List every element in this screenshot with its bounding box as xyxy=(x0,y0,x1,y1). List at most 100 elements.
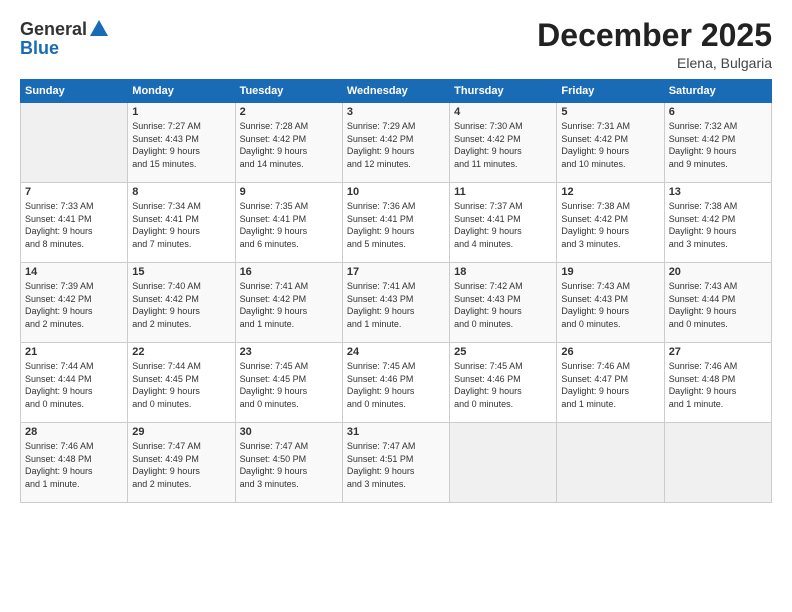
day-number: 19 xyxy=(561,266,659,278)
day-cell: 18 Sunrise: 7:42 AM Sunset: 4:43 PM Dayli… xyxy=(450,263,557,343)
day-number: 30 xyxy=(240,426,338,438)
month-title: December 2025 xyxy=(537,18,772,53)
day-cell: 26Sunrise: 7:46 AM Sunset: 4:47 PM Dayli… xyxy=(557,343,664,423)
day-number: 14 xyxy=(25,266,123,278)
day-cell: 16Sunrise: 7:41 AM Sunset: 4:42 PM Dayli… xyxy=(235,263,342,343)
day-number: 8 xyxy=(132,186,230,198)
col-sunday: Sunday xyxy=(21,80,128,103)
day-number: 5 xyxy=(561,106,659,118)
day-info: Sunrise: 7:32 AM Sunset: 4:42 PM Dayligh… xyxy=(669,120,767,170)
day-info: Sunrise: 7:37 AM Sunset: 4:41 PM Dayligh… xyxy=(454,200,552,250)
day-number: 11 xyxy=(454,186,552,198)
day-cell xyxy=(557,423,664,503)
day-cell xyxy=(664,423,771,503)
day-info: Sunrise: 7:41 AM Sunset: 4:42 PM Dayligh… xyxy=(240,280,338,330)
day-info: Sunrise: 7:47 AM Sunset: 4:51 PM Dayligh… xyxy=(347,440,445,490)
day-number: 21 xyxy=(25,346,123,358)
day-info: Sunrise: 7:45 AM Sunset: 4:46 PM Dayligh… xyxy=(454,360,552,410)
logo-blue: Blue xyxy=(20,38,111,59)
day-cell: 6 Sunrise: 7:32 AM Sunset: 4:42 PM Daylig… xyxy=(664,103,771,183)
day-info: Sunrise: 7:28 AM Sunset: 4:42 PM Dayligh… xyxy=(240,120,338,170)
day-cell: 24 Sunrise: 7:45 AM Sunset: 4:46 PM Dayli… xyxy=(342,343,449,423)
day-info: Sunrise: 7:38 AM Sunset: 4:42 PM Dayligh… xyxy=(561,200,659,250)
logo: General Blue xyxy=(20,18,111,59)
day-info: Sunrise: 7:44 AM Sunset: 4:45 PM Dayligh… xyxy=(132,360,230,410)
day-cell: 21 Sunrise: 7:44 AM Sunset: 4:44 PM Dayli… xyxy=(21,343,128,423)
day-number: 24 xyxy=(347,346,445,358)
day-info: Sunrise: 7:39 AM Sunset: 4:42 PM Dayligh… xyxy=(25,280,123,330)
day-cell xyxy=(450,423,557,503)
day-number: 31 xyxy=(347,426,445,438)
header: General Blue December 2025 Elena, Bulgar… xyxy=(20,18,772,71)
day-info: Sunrise: 7:34 AM Sunset: 4:41 PM Dayligh… xyxy=(132,200,230,250)
day-cell: 20Sunrise: 7:43 AM Sunset: 4:44 PM Dayli… xyxy=(664,263,771,343)
day-number: 29 xyxy=(132,426,230,438)
calendar-table: Sunday Monday Tuesday Wednesday Thursday… xyxy=(20,79,772,503)
day-cell: 1 Sunrise: 7:27 AM Sunset: 4:43 PM Daylig… xyxy=(128,103,235,183)
day-number: 15 xyxy=(132,266,230,278)
day-cell: 8 Sunrise: 7:34 AM Sunset: 4:41 PM Daylig… xyxy=(128,183,235,263)
logo-general: General xyxy=(20,19,87,40)
day-number: 13 xyxy=(669,186,767,198)
day-number: 7 xyxy=(25,186,123,198)
day-cell: 9 Sunrise: 7:35 AM Sunset: 4:41 PM Daylig… xyxy=(235,183,342,263)
week-row-5: 28Sunrise: 7:46 AM Sunset: 4:48 PM Dayli… xyxy=(21,423,772,503)
day-info: Sunrise: 7:35 AM Sunset: 4:41 PM Dayligh… xyxy=(240,200,338,250)
day-cell: 29Sunrise: 7:47 AM Sunset: 4:49 PM Dayli… xyxy=(128,423,235,503)
day-info: Sunrise: 7:44 AM Sunset: 4:44 PM Dayligh… xyxy=(25,360,123,410)
col-saturday: Saturday xyxy=(664,80,771,103)
day-cell: 25 Sunrise: 7:45 AM Sunset: 4:46 PM Dayli… xyxy=(450,343,557,423)
day-cell: 17Sunrise: 7:41 AM Sunset: 4:43 PM Dayli… xyxy=(342,263,449,343)
day-info: Sunrise: 7:30 AM Sunset: 4:42 PM Dayligh… xyxy=(454,120,552,170)
day-number: 23 xyxy=(240,346,338,358)
day-number: 1 xyxy=(132,106,230,118)
logo-text: General Blue xyxy=(20,18,111,59)
day-info: Sunrise: 7:43 AM Sunset: 4:43 PM Dayligh… xyxy=(561,280,659,330)
day-cell: 22 Sunrise: 7:44 AM Sunset: 4:45 PM Dayli… xyxy=(128,343,235,423)
header-row: Sunday Monday Tuesday Wednesday Thursday… xyxy=(21,80,772,103)
day-number: 27 xyxy=(669,346,767,358)
day-info: Sunrise: 7:41 AM Sunset: 4:43 PM Dayligh… xyxy=(347,280,445,330)
day-cell: 23 Sunrise: 7:45 AM Sunset: 4:45 PM Dayli… xyxy=(235,343,342,423)
day-number: 25 xyxy=(454,346,552,358)
day-number: 6 xyxy=(669,106,767,118)
week-row-1: 1 Sunrise: 7:27 AM Sunset: 4:43 PM Daylig… xyxy=(21,103,772,183)
day-cell: 7Sunrise: 7:33 AM Sunset: 4:41 PM Daylig… xyxy=(21,183,128,263)
day-cell: 15 Sunrise: 7:40 AM Sunset: 4:42 PM Dayli… xyxy=(128,263,235,343)
day-number: 22 xyxy=(132,346,230,358)
day-cell: 28Sunrise: 7:46 AM Sunset: 4:48 PM Dayli… xyxy=(21,423,128,503)
day-number: 4 xyxy=(454,106,552,118)
day-number: 3 xyxy=(347,106,445,118)
day-number: 2 xyxy=(240,106,338,118)
day-cell: 31 Sunrise: 7:47 AM Sunset: 4:51 PM Dayli… xyxy=(342,423,449,503)
day-info: Sunrise: 7:45 AM Sunset: 4:45 PM Dayligh… xyxy=(240,360,338,410)
day-cell: 13 Sunrise: 7:38 AM Sunset: 4:42 PM Dayli… xyxy=(664,183,771,263)
day-cell: 14 Sunrise: 7:39 AM Sunset: 4:42 PM Dayli… xyxy=(21,263,128,343)
day-cell: 30Sunrise: 7:47 AM Sunset: 4:50 PM Dayli… xyxy=(235,423,342,503)
day-info: Sunrise: 7:27 AM Sunset: 4:43 PM Dayligh… xyxy=(132,120,230,170)
day-cell: 11 Sunrise: 7:37 AM Sunset: 4:41 PM Dayli… xyxy=(450,183,557,263)
week-row-4: 21 Sunrise: 7:44 AM Sunset: 4:44 PM Dayli… xyxy=(21,343,772,423)
day-cell xyxy=(21,103,128,183)
day-info: Sunrise: 7:46 AM Sunset: 4:47 PM Dayligh… xyxy=(561,360,659,410)
day-info: Sunrise: 7:36 AM Sunset: 4:41 PM Dayligh… xyxy=(347,200,445,250)
day-number: 18 xyxy=(454,266,552,278)
week-row-3: 14 Sunrise: 7:39 AM Sunset: 4:42 PM Dayli… xyxy=(21,263,772,343)
day-cell: 10Sunrise: 7:36 AM Sunset: 4:41 PM Dayli… xyxy=(342,183,449,263)
day-info: Sunrise: 7:38 AM Sunset: 4:42 PM Dayligh… xyxy=(669,200,767,250)
day-info: Sunrise: 7:43 AM Sunset: 4:44 PM Dayligh… xyxy=(669,280,767,330)
day-info: Sunrise: 7:45 AM Sunset: 4:46 PM Dayligh… xyxy=(347,360,445,410)
day-info: Sunrise: 7:46 AM Sunset: 4:48 PM Dayligh… xyxy=(669,360,767,410)
day-info: Sunrise: 7:40 AM Sunset: 4:42 PM Dayligh… xyxy=(132,280,230,330)
day-cell: 19 Sunrise: 7:43 AM Sunset: 4:43 PM Dayli… xyxy=(557,263,664,343)
day-info: Sunrise: 7:29 AM Sunset: 4:42 PM Dayligh… xyxy=(347,120,445,170)
day-cell: 3 Sunrise: 7:29 AM Sunset: 4:42 PM Daylig… xyxy=(342,103,449,183)
col-friday: Friday xyxy=(557,80,664,103)
day-info: Sunrise: 7:42 AM Sunset: 4:43 PM Dayligh… xyxy=(454,280,552,330)
day-number: 9 xyxy=(240,186,338,198)
day-cell: 2 Sunrise: 7:28 AM Sunset: 4:42 PM Daylig… xyxy=(235,103,342,183)
col-wednesday: Wednesday xyxy=(342,80,449,103)
location: Elena, Bulgaria xyxy=(537,55,772,71)
day-number: 28 xyxy=(25,426,123,438)
col-monday: Monday xyxy=(128,80,235,103)
